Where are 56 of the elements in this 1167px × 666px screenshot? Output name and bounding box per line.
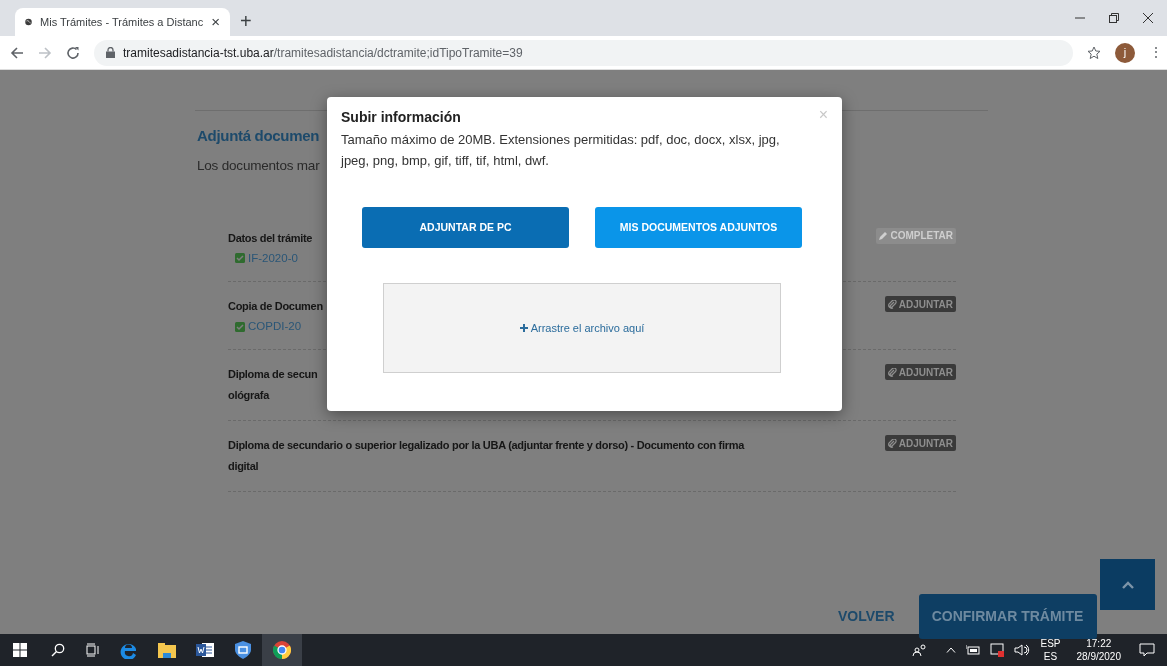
checkbox-checked-icon <box>235 321 245 332</box>
word-document-icon[interactable] <box>196 642 214 658</box>
restore-icon[interactable] <box>1109 13 1119 23</box>
item-title: Diploma de secundario o superior legalizado por la UBA (adjuntar frente y dorso) - Documento con firma digital <box>228 438 744 475</box>
attach-button[interactable]: ADJUNTAR <box>884 364 956 381</box>
lock-icon <box>106 47 115 58</box>
section-heading: Adjuntá documen <box>197 126 320 146</box>
dropzone-text: Arrastre el archivo aquí <box>530 320 645 336</box>
tab-close-button[interactable]: × <box>211 10 220 34</box>
dialog-description: Tamaño máximo de 20MB. Extensiones permitidas: pdf, doc, docx, xlsx, jpg, jpeg, png, bmp, gif, tiff, tif, html, dwf. <box>341 131 781 170</box>
dialog-title: Subir información <box>341 108 461 127</box>
intro-text: Los documentos mar <box>197 156 320 175</box>
item-title: Diploma de secun ológrafa <box>228 367 318 404</box>
confirm-button[interactable]: CONFIRMAR TRÁMITE <box>918 594 1097 639</box>
address-bar[interactable]: tramitesadistancia-tst.uba.ar/tramitesadistancia/dctramite;idTipoTramite=39 <box>94 39 1073 66</box>
browser-menu-button[interactable]: ⋮ <box>1149 42 1157 63</box>
chevron-up-icon[interactable] <box>946 647 957 653</box>
reload-icon[interactable] <box>66 45 80 60</box>
folder-icon[interactable] <box>158 642 176 658</box>
speaker-icon[interactable] <box>1014 644 1031 656</box>
back-arrow-icon[interactable] <box>10 45 24 60</box>
checkbox-checked-icon <box>235 253 245 264</box>
upload-from-pc-button[interactable]: ADJUNTAR DE PC <box>362 207 569 248</box>
pencil-icon <box>879 231 889 241</box>
shield-icon[interactable] <box>235 641 251 659</box>
task-view-icon[interactable] <box>85 643 100 657</box>
paperclip-icon <box>887 367 897 377</box>
url-text: tramitesadistancia-tst.uba.ar/tramitesadistancia/dctramite;idTipoTramite=39 <box>123 44 523 62</box>
attach-button[interactable]: ADJUNTAR <box>884 435 956 452</box>
my-documents-button[interactable]: MIS DOCUMENTOS ADJUNTOS <box>595 207 802 248</box>
browser-tab[interactable]: Mis Trámites - Trámites a Distanc × <box>15 8 230 36</box>
search-icon[interactable] <box>50 643 65 657</box>
tab-title: Mis Trámites - Trámites a Distanc <box>40 14 204 30</box>
battery-icon[interactable] <box>966 645 981 655</box>
paperclip-icon <box>887 299 897 309</box>
star-icon[interactable] <box>1087 45 1101 60</box>
plus-icon <box>519 324 528 332</box>
chrome-browser-icon[interactable] <box>273 641 291 659</box>
notification-icon[interactable] <box>1139 643 1155 657</box>
item-title: Copia de Documen <box>228 299 323 314</box>
dropzone[interactable]: Arrastre el archivo aquí <box>383 283 781 373</box>
people-icon[interactable] <box>912 644 929 656</box>
chevron-up-icon <box>1121 580 1134 589</box>
clock-time[interactable]: 17:22 <box>1086 637 1112 650</box>
language-indicator[interactable]: ES <box>1043 650 1058 663</box>
new-tab-button[interactable]: + <box>240 11 252 31</box>
close-icon[interactable] <box>1143 13 1153 23</box>
network-icon[interactable] <box>990 643 1005 657</box>
edge-browser-icon[interactable] <box>120 641 138 659</box>
windows-start-icon[interactable] <box>13 643 27 657</box>
clock-date[interactable]: 28/9/2020 <box>1076 650 1121 663</box>
profile-avatar[interactable]: j <box>1115 42 1135 63</box>
paperclip-icon <box>887 438 897 448</box>
language-indicator[interactable]: ESP <box>1040 637 1061 650</box>
attach-button[interactable]: ADJUNTAR <box>884 296 956 312</box>
item-title: Datos del trámite <box>228 230 313 246</box>
